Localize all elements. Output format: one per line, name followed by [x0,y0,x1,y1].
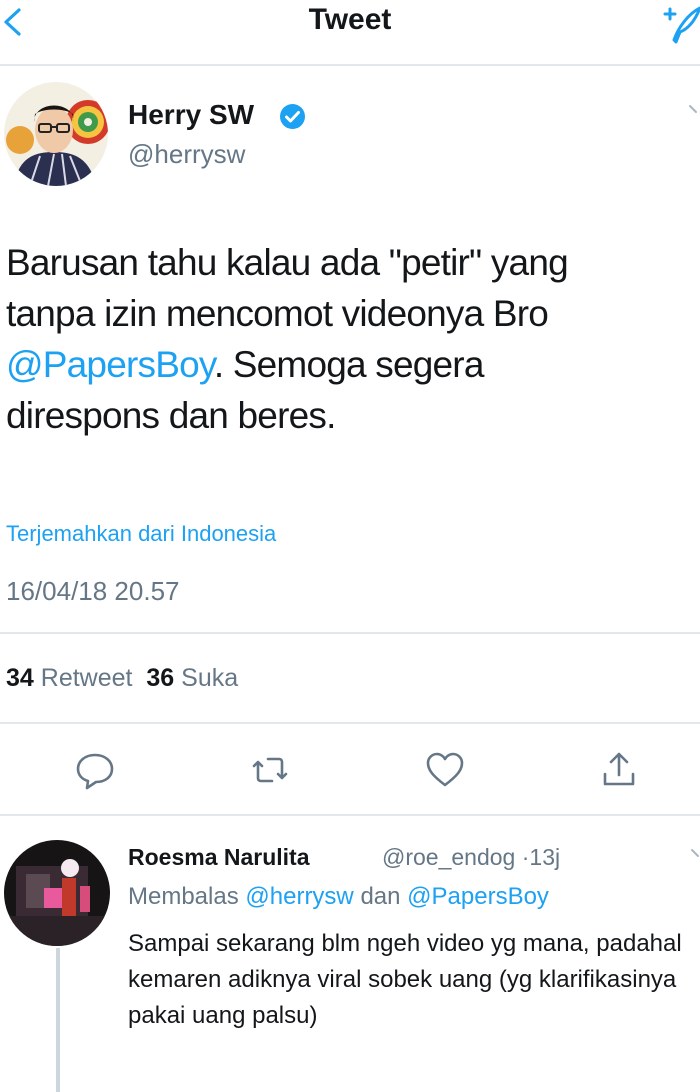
divider [0,722,700,724]
replying-conjunction: dan [360,883,401,910]
like-icon[interactable] [423,748,467,792]
tweet-text-fragment: . Semoga segera [213,344,485,385]
mention-link[interactable]: @PapersBoy [6,344,215,385]
tweet-text: Barusan tahu kalau ada "petir" yang tanp… [6,237,696,441]
mention-link[interactable]: @PapersBoy [407,883,549,910]
top-bar: Tweet [0,0,700,66]
like-count: 36 [146,664,175,692]
reply-meta: @roe_endog ·13j [382,842,560,872]
page-title: Tweet [308,3,392,36]
thread-line [56,948,60,1092]
compose-tweet-icon[interactable] [662,2,700,46]
tweet-timestamp: 16/04/18 20.57 [6,576,180,606]
reply-author-name[interactable]: Roesma Narulita [128,842,310,872]
like-label: Suka [181,664,239,692]
divider [0,632,700,634]
translate-link[interactable]: Terjemahkan dari Indonesia [6,520,276,548]
chevron-down-icon[interactable] [690,846,700,862]
reply-text: Sampai sekarang blm ngeh video yg mana, … [128,930,682,1029]
like-stat[interactable]: 36 Suka [146,664,238,692]
share-icon[interactable] [597,748,641,792]
reply-author-avatar[interactable] [4,840,110,946]
tweet-text-line: Barusan tahu kalau ada "petir" yang [6,242,569,283]
tweet-text-line: direspons dan beres. [6,395,336,436]
engagement-stats: 34 Retweet 36 Suka [6,662,238,694]
author-name[interactable]: Herry SW [128,98,254,132]
reply-icon[interactable] [73,748,117,792]
chevron-down-icon[interactable] [688,100,700,120]
mention-link[interactable]: @herrysw [245,883,353,910]
replying-to: Membalas @herrysw dan @PapersBoy [128,882,549,912]
tweet-text-line: tanpa izin mencomot videonya Bro [6,293,549,334]
reply-time: 13j [529,844,561,870]
retweet-icon[interactable] [248,748,292,792]
author-handle[interactable]: @herrysw [128,138,245,170]
retweet-count: 34 [6,664,34,692]
tweet-text-line: @PapersBoy. Semoga segera [6,339,696,390]
retweet-stat[interactable]: 34 Retweet [6,664,132,692]
verified-badge-icon [280,104,305,129]
reply-author-handle[interactable]: @roe_endog [382,844,515,870]
author-avatar[interactable] [4,82,108,186]
divider [0,814,700,816]
retweet-label: Retweet [40,664,133,692]
replying-label: Membalas [128,883,239,910]
